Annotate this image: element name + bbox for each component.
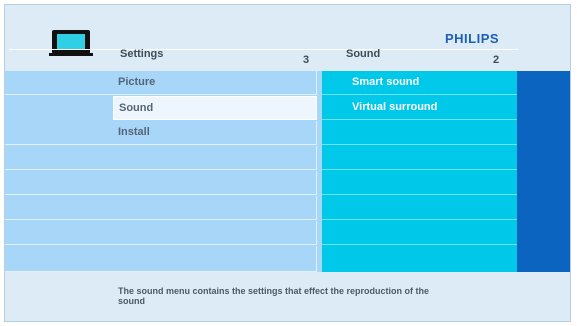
submenu-item-empty: [322, 196, 517, 220]
menu-item-empty: [5, 196, 317, 220]
menu-item-empty: [5, 246, 317, 272]
tv-menu-window: PHILIPS Settings 3 Sound 2 Picture Sound…: [4, 4, 571, 322]
submenu-item-virtual-surround[interactable]: Virtual surround: [322, 96, 517, 120]
menu-item-empty: [5, 171, 317, 195]
brand-logo: PHILIPS: [445, 31, 500, 46]
header-divider: [9, 49, 518, 50]
submenu-item-empty: [322, 221, 517, 245]
menu-count: 3: [303, 54, 310, 66]
submenu-count: 2: [493, 54, 500, 66]
tv-icon: [49, 30, 93, 56]
help-text: The sound menu contains the settings tha…: [118, 286, 430, 306]
detail-panel: [517, 71, 570, 272]
submenu-list: Smart sound Virtual surround: [322, 71, 517, 272]
menu-item-empty: [5, 146, 317, 170]
menu-item-empty: [5, 221, 317, 245]
menu-item-picture[interactable]: Picture: [5, 71, 317, 95]
menu-item-label: Sound: [119, 102, 154, 114]
submenu-item-empty: [322, 171, 517, 195]
main-menu-list: Picture Sound Install: [5, 71, 317, 272]
submenu-item-empty: [322, 146, 517, 170]
submenu-title: Sound: [346, 48, 381, 60]
menu-item-label: Picture: [118, 76, 156, 88]
submenu-item-smart-sound[interactable]: Smart sound: [322, 71, 517, 95]
menu-title: Settings: [120, 48, 164, 60]
submenu-item-empty: [322, 121, 517, 145]
submenu-item-label: Smart sound: [352, 76, 420, 88]
menu-item-label: Install: [118, 126, 150, 138]
menu-item-install[interactable]: Install: [5, 121, 317, 145]
menu-item-sound[interactable]: Sound: [113, 96, 317, 120]
submenu-item-label: Virtual surround: [352, 101, 438, 113]
